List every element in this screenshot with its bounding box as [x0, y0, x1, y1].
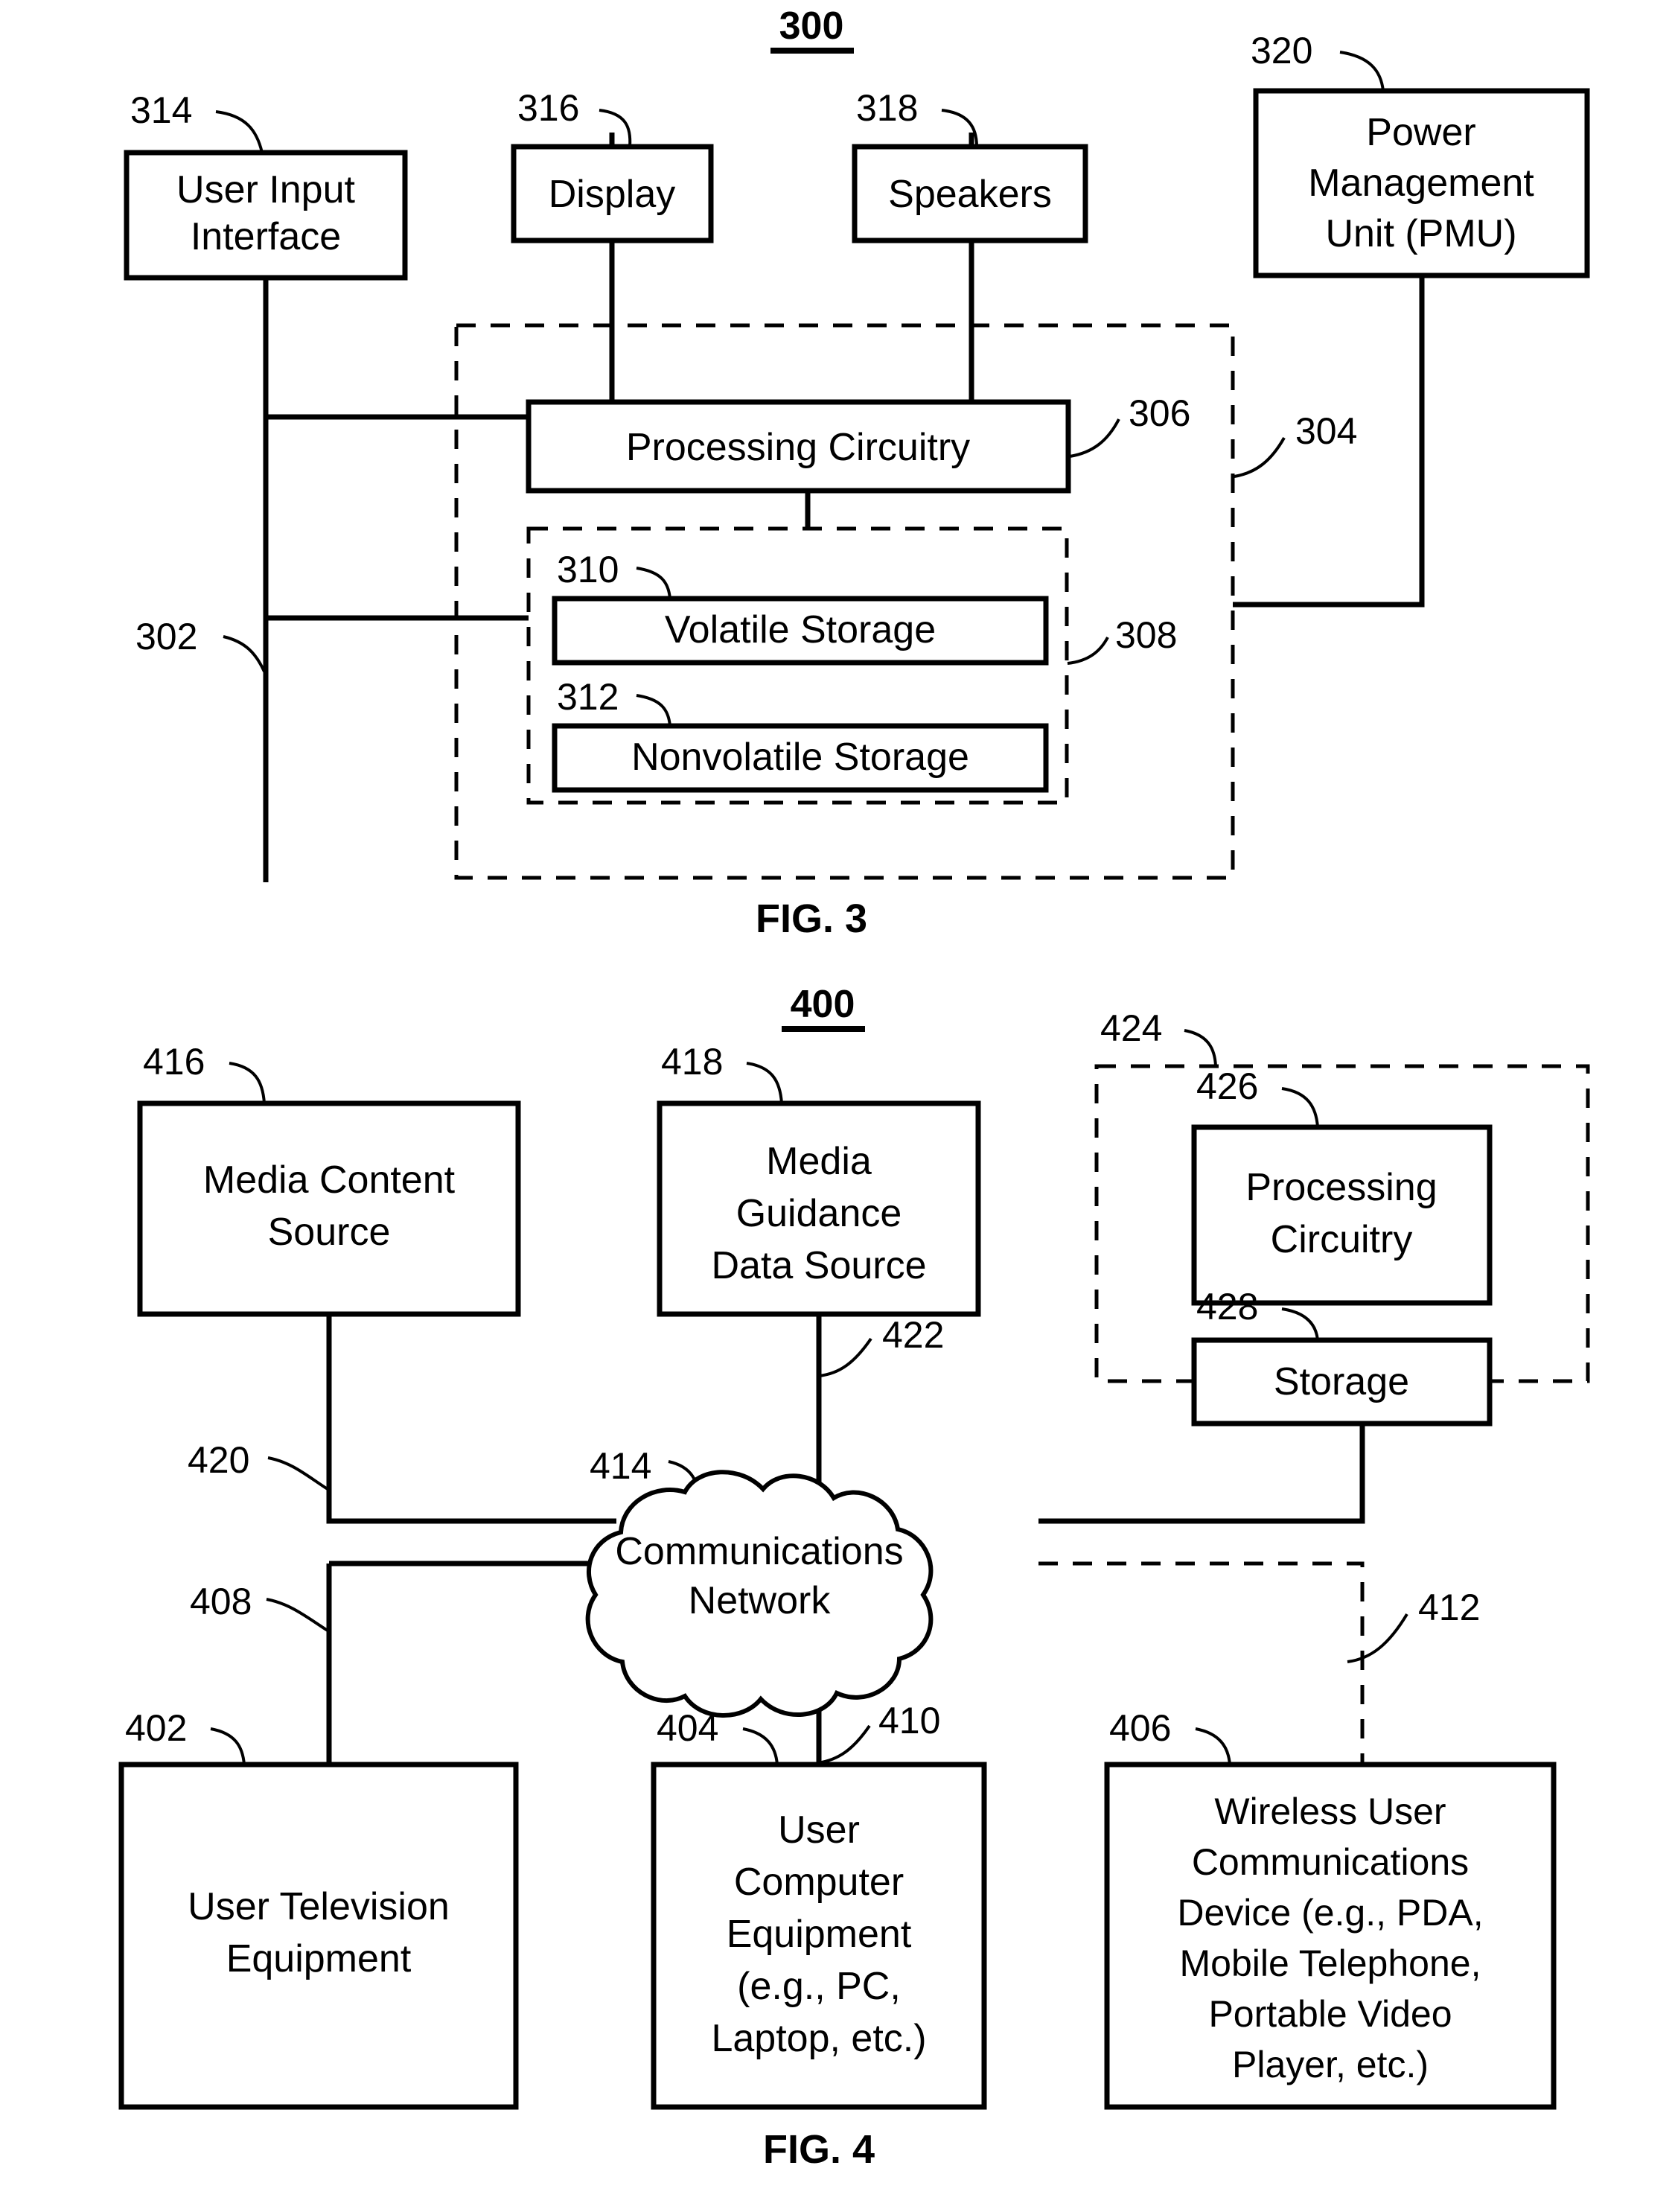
label-media-content-source-line2: Source	[268, 1211, 391, 1254]
leader-310	[636, 567, 671, 599]
figure-4-number: 400	[791, 983, 855, 1026]
label-wireless-device-line1: Wireless User	[1214, 1791, 1446, 1832]
leader-406	[1195, 1727, 1231, 1765]
ref-426: 426	[1196, 1065, 1258, 1107]
label-pmu-line1: Power	[1366, 111, 1475, 154]
ref-306: 306	[1129, 392, 1190, 434]
leader-308	[1067, 637, 1109, 665]
connector-network-to-wireless-device	[1038, 1561, 1365, 1765]
box-user-television-equipment[interactable]	[118, 1762, 519, 2110]
leader-426	[1281, 1087, 1319, 1128]
ref-428: 428	[1196, 1286, 1258, 1327]
label-media-guidance-line1: Media	[766, 1140, 872, 1183]
figure-4-caption: FIG. 4	[763, 2127, 875, 2172]
leader-302	[223, 635, 266, 672]
leader-410	[817, 1724, 871, 1765]
ref-410: 410	[878, 1700, 940, 1741]
label-user-computer-line5: Laptop, etc.)	[711, 2017, 926, 2060]
leader-428	[1281, 1307, 1319, 1341]
ref-304: 304	[1295, 410, 1357, 452]
label-wireless-device-line5: Portable Video	[1208, 1993, 1452, 2035]
label-volatile-storage: Volatile Storage	[665, 608, 936, 651]
ref-318: 318	[856, 87, 918, 129]
ref-424: 424	[1100, 1007, 1162, 1049]
label-user-input-interface-line2: Interface	[191, 215, 341, 258]
label-processing-circuitry: Processing Circuitry	[626, 426, 970, 469]
ref-310: 310	[557, 549, 619, 590]
label-wireless-device-line6: Player, etc.)	[1232, 2044, 1429, 2085]
label-display: Display	[549, 173, 676, 216]
drawing-canvas: 300 User Input Interface 314 Display 316…	[118, 4, 1590, 2172]
label-user-input-interface-line1: User Input	[176, 168, 355, 211]
label-user-computer-line2: Computer	[734, 1861, 904, 1904]
label-wireless-device-line4: Mobile Telephone,	[1180, 1942, 1481, 1984]
ref-314: 314	[130, 89, 192, 131]
label-wireless-device-line3: Device (e.g., PDA,	[1177, 1892, 1483, 1934]
ref-404: 404	[657, 1707, 718, 1749]
label-wireless-device-line2: Communications	[1192, 1841, 1469, 1883]
figure-3: 300 User Input Interface 314 Display 316…	[124, 4, 1590, 941]
connector-media-content-source-to-network	[326, 1314, 616, 1524]
label-media-content-source-line1: Media Content	[203, 1158, 456, 1202]
ref-414: 414	[590, 1445, 651, 1487]
box-media-content-source[interactable]	[137, 1100, 521, 1317]
leader-312	[636, 694, 671, 727]
label-pmu-line2: Management	[1308, 162, 1534, 205]
label-media-guidance-line3: Data Source	[711, 1244, 926, 1287]
label-media-guidance-line2: Guidance	[736, 1192, 902, 1235]
label-server-processing-line2: Circuitry	[1271, 1218, 1413, 1261]
ref-308: 308	[1115, 614, 1177, 656]
leader-316	[599, 109, 632, 147]
figure-3-number: 300	[779, 4, 844, 48]
label-pmu-line3: Unit (PMU)	[1325, 212, 1516, 255]
ref-406: 406	[1109, 1707, 1171, 1749]
ref-416: 416	[143, 1041, 205, 1083]
ref-420: 420	[188, 1439, 249, 1481]
leader-420	[267, 1456, 329, 1491]
leader-418	[746, 1062, 783, 1104]
leader-304	[1234, 437, 1286, 478]
patent-drawing-sheet: 300 User Input Interface 314 Display 316…	[0, 0, 1672, 2212]
leader-412	[1347, 1613, 1408, 1663]
ref-422: 422	[882, 1314, 944, 1356]
ref-408: 408	[190, 1581, 252, 1622]
leader-320	[1339, 51, 1385, 92]
label-user-computer-line4: (e.g., PC,	[737, 1965, 901, 2008]
connector-user-input-to-processing	[263, 278, 529, 621]
leader-408	[266, 1598, 329, 1632]
label-server-processing-line1: Processing	[1245, 1166, 1437, 1209]
leader-424	[1184, 1029, 1217, 1067]
leader-402	[210, 1727, 246, 1765]
box-server-processing-circuitry[interactable]	[1191, 1124, 1493, 1306]
ref-320: 320	[1251, 30, 1312, 71]
label-communications-network-line2: Network	[689, 1579, 832, 1622]
ref-412: 412	[1418, 1587, 1480, 1628]
label-server-storage: Storage	[1274, 1360, 1409, 1403]
ref-402: 402	[125, 1707, 187, 1749]
leader-416	[229, 1062, 266, 1104]
figure-4: 400 Media Content Source 416 Media Guida…	[118, 983, 1590, 2172]
leader-314	[215, 110, 264, 153]
label-user-tv-equipment-line2: Equipment	[226, 1937, 412, 1980]
label-user-computer-line3: Equipment	[727, 1913, 912, 1956]
leader-404	[742, 1727, 779, 1765]
label-nonvolatile-storage: Nonvolatile Storage	[631, 736, 969, 779]
ref-302: 302	[135, 616, 197, 657]
leader-422	[818, 1337, 872, 1377]
ref-418: 418	[661, 1041, 723, 1083]
ref-312: 312	[557, 676, 619, 718]
leader-306	[1069, 418, 1120, 458]
label-speakers: Speakers	[888, 173, 1052, 216]
label-user-tv-equipment-line1: User Television	[188, 1885, 450, 1928]
ref-316: 316	[517, 87, 579, 129]
figure-3-caption: FIG. 3	[756, 896, 867, 941]
label-communications-network-line1: Communications	[615, 1530, 903, 1573]
label-user-computer-line1: User	[778, 1808, 860, 1852]
